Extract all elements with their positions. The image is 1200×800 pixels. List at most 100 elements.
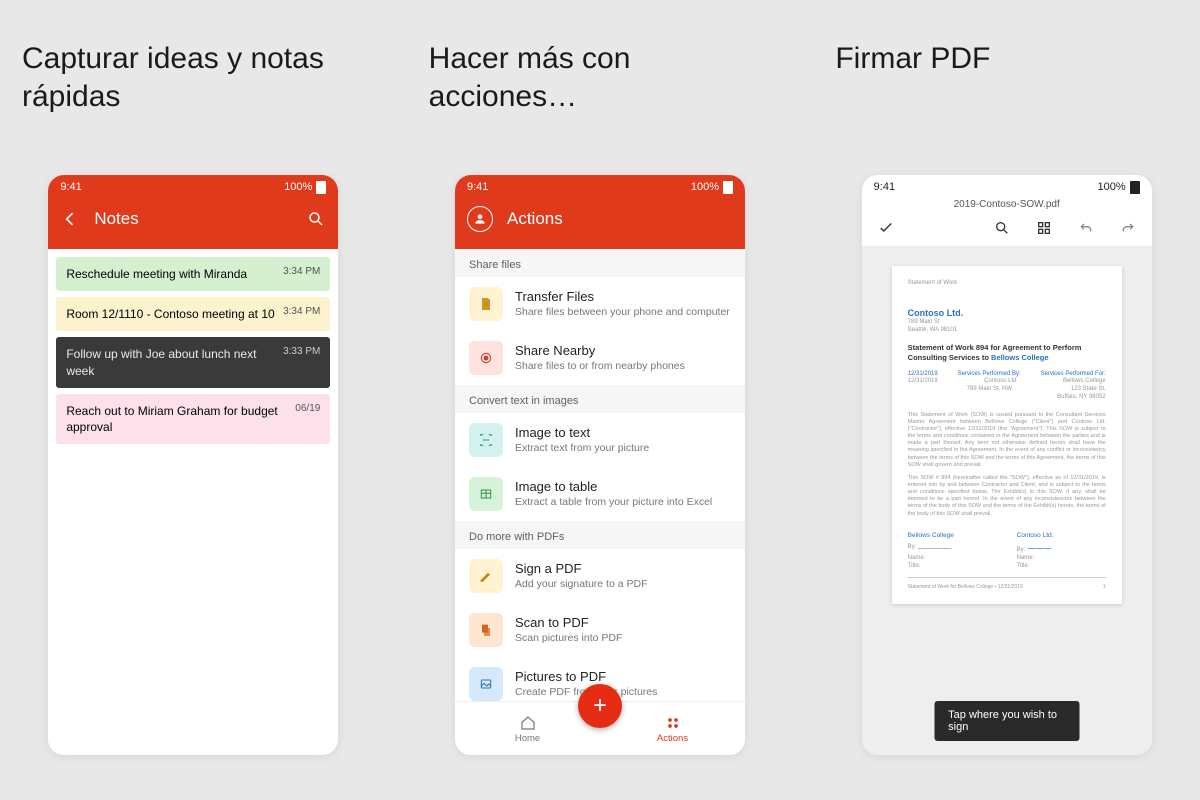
doc-for-addr: Buffalo, NY 98052 [1057, 394, 1105, 402]
status-bar: 9:41 100% [862, 175, 1152, 199]
back-icon[interactable] [60, 209, 80, 229]
action-title: Scan to PDF [515, 615, 622, 631]
status-battery: 100% [1098, 181, 1126, 193]
panel-title: Firmar PDF [835, 40, 1178, 120]
doc-footer: Statement of Work for Bellows College • … [908, 584, 1023, 591]
toast-sign-hint: Tap where you wish to sign [934, 701, 1079, 741]
screen-title: Notes [94, 209, 138, 229]
note-text: Follow up with Joe about lunch next week [66, 346, 275, 378]
action-image-to-text[interactable]: Image to text Extract text from your pic… [455, 413, 745, 467]
doc-sow-title: Statement of Work 894 for Agreement to P… [908, 343, 1106, 363]
sig-label: Title: [1017, 563, 1030, 569]
doc-for-addr: 123 State St, [1071, 386, 1106, 394]
note-text: Room 12/1110 - Contoso meeting at 10 [66, 306, 275, 322]
status-time: 9:41 [874, 181, 895, 193]
note-item[interactable]: Room 12/1110 - Contoso meeting at 10 3:3… [56, 297, 330, 331]
doc-para: This Statement of Work (SOW) is issued p… [908, 412, 1106, 469]
pictures-pdf-icon [469, 667, 503, 701]
action-title: Image to text [515, 425, 649, 441]
pdf-viewport[interactable]: Statement of Work Contoso Ltd. 789 Main … [862, 246, 1152, 755]
status-bar: 9:41 100% [48, 175, 338, 199]
action-share-nearby[interactable]: Share Nearby Share files to or from near… [455, 331, 745, 385]
undo-icon[interactable] [1076, 218, 1096, 238]
action-title: Share Nearby [515, 343, 685, 359]
sig-label: By: [1017, 547, 1026, 553]
bottom-nav: Home + Actions [455, 701, 745, 755]
nav-actions[interactable]: Actions [643, 714, 703, 744]
sig-label: Name: [908, 555, 926, 561]
panel-title: Capturar ideas y notas rápidas [22, 40, 365, 120]
note-time: 06/19 [295, 403, 320, 414]
panel-actions: Hacer más con acciones… 9:41 100% Action… [407, 0, 794, 800]
share-nearby-icon [469, 341, 503, 375]
phone-notes: 9:41 100% Notes Reschedule meeting with [48, 175, 338, 755]
action-scan-pdf[interactable]: Scan to PDF Scan pictures into PDF [455, 603, 745, 657]
section-label: Do more with PDFs [455, 521, 745, 549]
nav-home[interactable]: Home [498, 714, 558, 744]
action-subtitle: Add your signature to a PDF [515, 578, 648, 591]
search-icon[interactable] [306, 209, 326, 229]
pdf-header: 9:41 100% 2019-Contoso-SOW.pdf [862, 175, 1152, 246]
doc-by-addr: 789 Main St, NW [967, 386, 1012, 394]
action-title: Image to table [515, 479, 712, 495]
doc-for: Bellows College [1063, 378, 1106, 386]
doc-para: This SOW # 894 (hereinafter called the "… [908, 475, 1106, 518]
doc-col-head: Services Performed By: [958, 371, 1021, 379]
status-battery: 100% [691, 181, 719, 193]
battery-icon [316, 181, 326, 194]
search-icon[interactable] [992, 218, 1012, 238]
status-battery: 100% [284, 181, 312, 193]
notes-list: Reschedule meeting with Miranda 3:34 PM … [48, 249, 338, 755]
nav-label: Actions [657, 733, 688, 744]
action-transfer-files[interactable]: Transfer Files Share files between your … [455, 277, 745, 331]
status-time: 9:41 [467, 181, 488, 193]
check-icon[interactable] [876, 218, 896, 238]
grid-icon[interactable] [1034, 218, 1054, 238]
action-sign-pdf[interactable]: Sign a PDF Add your signature to a PDF [455, 549, 745, 603]
note-time: 3:33 PM [283, 346, 320, 357]
avatar-icon[interactable] [467, 206, 493, 232]
action-title: Sign a PDF [515, 561, 648, 577]
panel-sign-pdf: Firmar PDF 9:41 100% 2019-Contoso-SOW.pd… [813, 0, 1200, 800]
note-item[interactable]: Follow up with Joe about lunch next week… [56, 337, 330, 387]
image-to-table-icon [469, 477, 503, 511]
fab-add[interactable]: + [578, 684, 622, 728]
actions-body: Share files Transfer Files Share files b… [455, 249, 745, 701]
transfer-icon [469, 287, 503, 321]
doc-col-head: Services Performed For: [1041, 371, 1106, 379]
note-text: Reschedule meeting with Miranda [66, 266, 275, 282]
note-item[interactable]: Reach out to Miriam Graham for budget ap… [56, 394, 330, 444]
panel-notes: Capturar ideas y notas rápidas 9:41 100%… [0, 0, 387, 800]
doc-by: Contoso Ltd [984, 378, 1016, 386]
section-label: Convert text in images [455, 385, 745, 413]
note-text: Reach out to Miriam Graham for budget ap… [66, 403, 287, 435]
screen-title: Actions [507, 209, 563, 229]
doc-addr: Seattle, WA 98101 [908, 327, 1106, 335]
note-time: 3:34 PM [283, 306, 320, 317]
action-subtitle: Extract text from your picture [515, 442, 649, 455]
action-title: Transfer Files [515, 289, 730, 305]
phone-pdf: 9:41 100% 2019-Contoso-SOW.pdf [862, 175, 1152, 755]
action-subtitle: Scan pictures into PDF [515, 632, 622, 645]
nav-label: Home [515, 733, 540, 744]
redo-icon[interactable] [1118, 218, 1138, 238]
action-subtitle: Extract a table from your picture into E… [515, 496, 712, 509]
action-image-to-table[interactable]: Image to table Extract a table from your… [455, 467, 745, 521]
sig-label: Name: [1017, 555, 1035, 561]
sig-label: By: [908, 544, 917, 550]
sig-label: Title: [908, 563, 921, 569]
doc-date: 12/31/2019 [908, 378, 938, 386]
section-label: Share files [455, 249, 745, 277]
panel-title: Hacer más con acciones… [429, 40, 772, 120]
doc-date: 12/31/2019 [908, 371, 938, 379]
note-item[interactable]: Reschedule meeting with Miranda 3:34 PM [56, 257, 330, 291]
status-bar: 9:41 100% [455, 175, 745, 199]
doc-type: Statement of Work [908, 280, 1106, 288]
note-time: 3:34 PM [283, 266, 320, 277]
status-time: 9:41 [60, 181, 81, 193]
image-to-text-icon [469, 423, 503, 457]
action-subtitle: Share files between your phone and compu… [515, 306, 730, 319]
signature-scribble: ⁓⁓⁓ [1027, 544, 1051, 554]
action-title: Pictures to PDF [515, 669, 657, 685]
pdf-page: Statement of Work Contoso Ltd. 789 Main … [892, 266, 1122, 604]
